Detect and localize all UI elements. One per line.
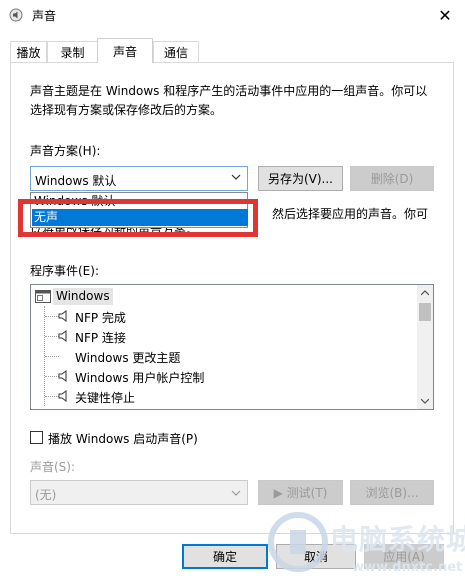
scroll-up-button[interactable] [417,285,433,301]
tree-branch [45,376,59,377]
scroll-down-button[interactable] [417,393,433,409]
scheme-select[interactable]: Windows 默认 [30,166,248,191]
event-item[interactable]: Windows 更改主题 [75,349,180,366]
tab-label: 录制 [60,45,85,60]
tree-branch [45,336,59,337]
tree-branch [45,316,59,317]
tab-label: 声音 [112,44,137,59]
ok-label: 确定 [212,550,237,564]
test-label: ▶ 测试(T) [273,486,328,500]
tab-recording[interactable]: 录制 [47,41,98,62]
highlight-annotation [18,199,258,237]
sounds-selected-value: (无) [35,488,57,502]
delete-button[interactable]: 删除(D) [350,166,434,191]
tab-label: 播放 [16,45,41,60]
scheme-selected-value: Windows 默认 [35,174,117,188]
events-scrollbar[interactable] [417,285,433,409]
tab-playback[interactable]: 播放 [10,41,47,62]
startup-sound-label[interactable]: 播放 Windows 启动声音(P) [48,430,198,447]
browse-button[interactable]: 浏览(B)... [350,480,434,505]
chevron-down-icon [231,174,241,180]
speaker-icon [58,330,67,342]
window-title: 声音 [32,9,57,23]
speaker-app-icon [9,8,23,22]
scheme-label: 声音方案(H): [30,144,101,158]
window-icon [35,290,51,303]
close-button[interactable]: ✕ [430,2,460,28]
chevron-up-icon [421,290,429,296]
event-item[interactable]: 关键性停止 [75,389,135,406]
startup-sound-checkbox[interactable] [30,431,43,444]
watermark-url: www.dnxtc.net [352,560,463,575]
test-button[interactable]: ▶ 测试(T) [258,480,343,505]
speaker-icon [58,390,67,402]
chevron-down-icon [231,490,241,496]
browse-label: 浏览(B)... [365,486,419,500]
sounds-label: 声音(S): [30,460,76,474]
speaker-icon [58,310,67,322]
event-item[interactable]: Windows 用户帐户控制 [75,369,204,386]
scroll-thumb[interactable] [419,303,431,321]
event-group-label: Windows [56,289,110,303]
tab-label: 通信 [163,45,188,60]
event-item[interactable]: NFP 完成 [75,309,126,326]
save-as-button[interactable]: 另存为(V)... [258,166,343,191]
event-item[interactable]: NFP 连接 [75,329,126,346]
chevron-down-icon [421,398,429,404]
description-line-2: 选择现有方案或保存修改后的方案。 [30,103,223,117]
site-watermark: 电脑系统城 www.dnxtc.net [268,512,465,581]
save-as-label: 另存为(V)... [267,172,334,186]
tab-sounds[interactable]: 声音 [97,38,153,63]
ok-button[interactable]: 确定 [182,544,268,569]
speaker-icon [58,370,67,382]
sounds-select[interactable]: (无) [30,480,248,505]
tree-branch [45,396,59,397]
events-label: 程序事件(E): [30,264,99,278]
hint-line-1-suffix: 然后选择要应用的声音。你可 [272,207,429,221]
watermark-text: 电脑系统城 [330,523,465,556]
close-icon: ✕ [438,5,452,25]
tab-communications[interactable]: 通信 [153,41,199,62]
delete-label: 删除(D) [370,172,414,186]
description-line-1: 声音主题是在 Windows 和程序产生的活动事件中应用的一组声音。你可以 [30,84,428,98]
title-bar: 声音 ✕ [0,0,465,30]
watermark-logo-icon [268,512,328,572]
tree-branch [45,356,59,357]
event-group-windows[interactable]: Windows [53,288,113,305]
